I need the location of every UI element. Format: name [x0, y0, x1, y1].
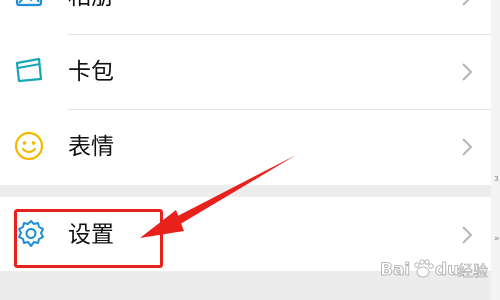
edge-mark: з	[494, 174, 499, 184]
menu-group-main: 相册 卡包	[0, 0, 500, 185]
svg-text:Bai: Bai	[380, 260, 410, 280]
svg-text:du: du	[435, 260, 459, 280]
edge-mark: »	[494, 234, 500, 244]
menu-item-stickers[interactable]: 表情	[0, 110, 500, 184]
smiley-icon	[12, 128, 46, 162]
chevron-right-icon	[460, 136, 474, 158]
album-icon	[12, 0, 46, 12]
chevron-right-icon	[460, 61, 474, 83]
card-wallet-icon	[12, 53, 46, 87]
menu-item-label: 卡包	[68, 59, 114, 85]
highlight-box	[14, 209, 163, 268]
svg-text:经验: 经验	[458, 262, 488, 280]
chevron-right-icon	[460, 224, 474, 246]
menu-item-label: 表情	[68, 134, 114, 160]
baidu-watermark-logo: Bai du 经验	[378, 254, 496, 284]
menu-item-album[interactable]: 相册	[0, 0, 500, 34]
menu-item-card-wallet[interactable]: 卡包	[0, 35, 500, 109]
menu-item-label: 相册	[68, 0, 114, 12]
chevron-right-icon	[460, 0, 474, 8]
settings-menu-screen: 相册 卡包	[0, 0, 500, 300]
